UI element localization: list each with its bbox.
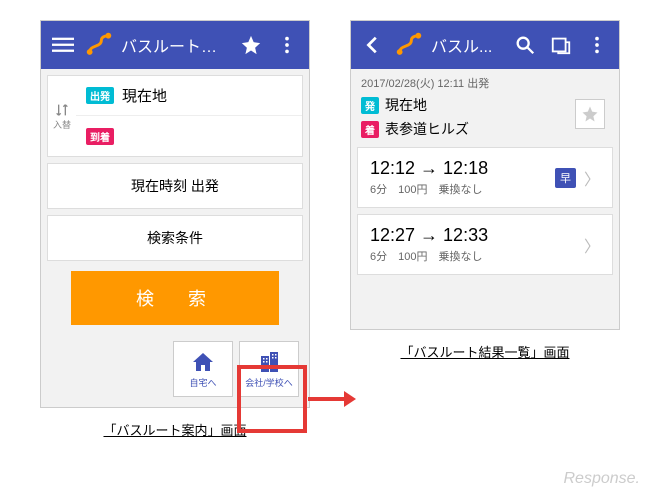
chevron-right-icon: 〉 — [584, 233, 600, 257]
appbar-title: バスルート案内 — [121, 33, 229, 57]
menu-icon[interactable] — [49, 31, 77, 59]
arrival-row[interactable]: 到着 — [76, 116, 302, 156]
shortcut-work-label: 会社/学校へ — [245, 376, 293, 389]
result-times: 12:12 → 12:18 — [370, 158, 547, 179]
arrival-badge: 着 — [361, 121, 379, 138]
appbar: バスルート案内 — [41, 21, 309, 69]
result-sub: 6分 100円 乗換なし — [370, 181, 547, 197]
shortcut-row: 自宅へ 会社/学校へ — [41, 335, 309, 407]
shortcut-work-button[interactable]: 会社/学校へ — [239, 341, 299, 397]
appbar-title: バスル... — [431, 33, 503, 57]
home-icon — [191, 350, 215, 374]
route-logo-icon — [395, 31, 423, 59]
result-row[interactable]: 12:12 → 12:18 6分 100円 乗換なし早〉 — [357, 147, 613, 208]
search-conditions-option[interactable]: 検索条件 — [47, 215, 303, 261]
origin-destination-card: 入替 出発 現在地 到着 — [47, 75, 303, 157]
appbar: バスル... — [351, 21, 619, 69]
overflow-menu-icon[interactable] — [273, 31, 301, 59]
bus-route-results-screen: バスル... 2017/02/28(火) 12:11 出発 発 現在地 着 表参… — [350, 20, 620, 330]
depart-time-option[interactable]: 現在時刻 出発 — [47, 163, 303, 209]
shortcut-home-label: 自宅へ — [189, 376, 216, 389]
arrival-text: 表参道ヒルズ — [385, 119, 469, 139]
back-icon[interactable] — [359, 31, 387, 59]
map-export-icon[interactable] — [547, 31, 575, 59]
search-button[interactable]: 検 索 — [71, 271, 279, 325]
swap-label: 入替 — [53, 118, 71, 131]
route-logo-icon — [85, 31, 113, 59]
result-row[interactable]: 12:27 → 12:33 6分 100円 乗換なし〉 — [357, 214, 613, 275]
watermark: Response. — [564, 470, 641, 488]
favorite-toggle[interactable] — [575, 99, 605, 129]
fast-badge: 早 — [555, 168, 576, 188]
arrival-badge: 到着 — [86, 128, 114, 145]
building-icon — [257, 350, 281, 374]
departure-badge: 出発 — [86, 87, 114, 104]
bus-route-guide-screen: バスルート案内 入替 出発 現在地 — [40, 20, 310, 408]
favorite-icon[interactable] — [237, 31, 265, 59]
departure-text: 現在地 — [385, 95, 427, 115]
right-caption: 「バスルート結果一覧」画面 — [400, 342, 569, 361]
chevron-right-icon: 〉 — [584, 166, 600, 190]
departure-row[interactable]: 出発 現在地 — [76, 76, 302, 116]
result-sub: 6分 100円 乗換なし — [370, 248, 576, 264]
arrow-annotation — [308, 380, 356, 417]
shortcut-home-button[interactable]: 自宅へ — [173, 341, 233, 397]
departure-badge: 発 — [361, 97, 379, 114]
left-caption: 「バスルート案内」画面 — [103, 420, 246, 439]
departure-text: 現在地 — [122, 85, 167, 106]
swap-button[interactable]: 入替 — [48, 76, 76, 156]
result-times: 12:27 → 12:33 — [370, 225, 576, 246]
overflow-menu-icon[interactable] — [583, 31, 611, 59]
search-icon[interactable] — [511, 31, 539, 59]
search-meta: 2017/02/28(火) 12:11 出発 — [351, 69, 619, 93]
